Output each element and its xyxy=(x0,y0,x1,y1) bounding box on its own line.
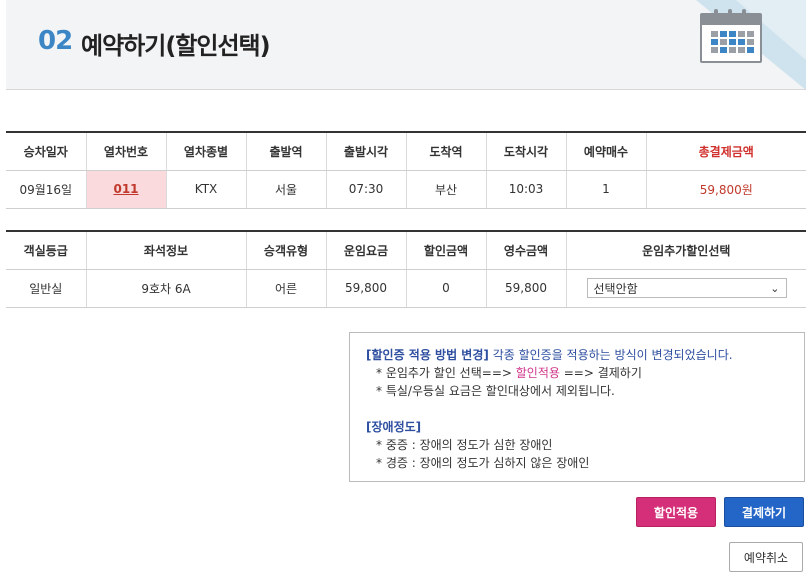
table-header-row: 객실등급 좌석정보 승객유형 운임요금 할인금액 영수금액 운임추가할인선택 xyxy=(6,231,806,270)
step-number: 02 xyxy=(38,26,73,56)
notice-section-title: [할인증 적용 방법 변경] xyxy=(366,348,489,362)
column-header: 열차번호 xyxy=(86,132,167,171)
column-header: 예약매수 xyxy=(566,132,647,171)
train-number-cell: 011 xyxy=(86,170,167,209)
cancel-reservation-button[interactable]: 예약취소 xyxy=(729,542,803,572)
discount-select[interactable]: 선택안함 ⌄ xyxy=(586,278,787,298)
seat-table: 객실등급 좌석정보 승객유형 운임요금 할인금액 영수금액 운임추가할인선택 일… xyxy=(6,230,806,308)
table-header-row: 승차일자 열차번호 열차종별 출발역 출발시각 도착역 도착시각 예약매수 총결… xyxy=(6,132,806,171)
column-header: 승객유형 xyxy=(246,231,327,270)
column-header: 운임추가할인선택 xyxy=(566,231,806,270)
notice-item: * 경증 : 장애의 정도가 심하지 않은 장애인 xyxy=(376,456,590,470)
column-header: 도착역 xyxy=(406,132,487,171)
calendar-icon xyxy=(700,9,762,63)
seat-class-cell: 일반실 xyxy=(6,269,87,308)
notice-item: * 특실/우등실 요금은 할인대상에서 제외됩니다. xyxy=(376,384,615,398)
train-type-cell: KTX xyxy=(166,170,247,209)
column-header: 열차종별 xyxy=(166,132,247,171)
discount-select-cell: 선택안함 ⌄ xyxy=(566,269,806,308)
departure-time-cell: 07:30 xyxy=(326,170,407,209)
page-title: 예약하기(할인선택) xyxy=(81,32,271,60)
received-amount-cell: 59,800 xyxy=(486,269,567,308)
notice-box: [할인증 적용 방법 변경] 각종 할인증을 적용하는 방식이 변경되었습니다.… xyxy=(349,332,805,482)
train-number-link[interactable]: 011 xyxy=(113,182,138,196)
column-header: 출발역 xyxy=(246,132,327,171)
table-row: 09월16일 011 KTX 서울 07:30 부산 10:03 1 59,80… xyxy=(6,170,806,209)
discount-select-value: 선택안함 xyxy=(593,281,638,296)
apply-discount-button[interactable]: 할인적용 xyxy=(636,497,716,527)
departure-station-cell: 서울 xyxy=(246,170,327,209)
ticket-count-cell: 1 xyxy=(566,170,647,209)
notice-item: * 중증 : 장애의 정도가 심한 장애인 xyxy=(376,438,553,452)
column-header: 출발시각 xyxy=(326,132,407,171)
notice-item-highlight: 할인적용 xyxy=(515,366,560,380)
notice-line: [할인증 적용 방법 변경] 각종 할인증을 적용하는 방식이 변경되었습니다. xyxy=(366,346,788,364)
column-header: 객실등급 xyxy=(6,231,87,270)
notice-section-title: [장애정도] xyxy=(366,420,422,434)
reservation-table: 승차일자 열차번호 열차종별 출발역 출발시각 도착역 도착시각 예약매수 총결… xyxy=(6,131,806,209)
notice-item-text: * 운임추가 할인 선택==> xyxy=(376,366,516,380)
notice-item-text: ==> 결제하기 xyxy=(559,366,642,380)
column-header: 영수금액 xyxy=(486,231,567,270)
column-header: 할인금액 xyxy=(406,231,487,270)
arrival-station-cell: 부산 xyxy=(406,170,487,209)
discount-amount-cell: 0 xyxy=(406,269,487,308)
table-row: 일반실 9호차 6A 어른 59,800 0 59,800 선택안함 ⌄ xyxy=(6,269,806,308)
column-header: 좌석정보 xyxy=(86,231,247,270)
date-cell: 09월16일 xyxy=(6,170,87,209)
seat-info-cell: 9호차 6A xyxy=(86,269,247,308)
column-header: 운임요금 xyxy=(326,231,407,270)
passenger-type-cell: 어른 xyxy=(246,269,327,308)
total-amount-cell: 59,800원 xyxy=(646,170,806,209)
column-header: 도착시각 xyxy=(486,132,567,171)
page-header: 02 예약하기(할인선택) xyxy=(6,0,806,90)
chevron-down-icon: ⌄ xyxy=(770,281,780,295)
column-header-total: 총결제금액 xyxy=(646,132,806,171)
column-header: 승차일자 xyxy=(6,132,87,171)
notice-section-desc: 각종 할인증을 적용하는 방식이 변경되었습니다. xyxy=(488,348,733,362)
fare-cell: 59,800 xyxy=(326,269,407,308)
arrival-time-cell: 10:03 xyxy=(486,170,567,209)
pay-button[interactable]: 결제하기 xyxy=(724,497,804,527)
notice-item: * 운임추가 할인 선택==> 할인적용 ==> 결제하기 xyxy=(366,364,788,382)
